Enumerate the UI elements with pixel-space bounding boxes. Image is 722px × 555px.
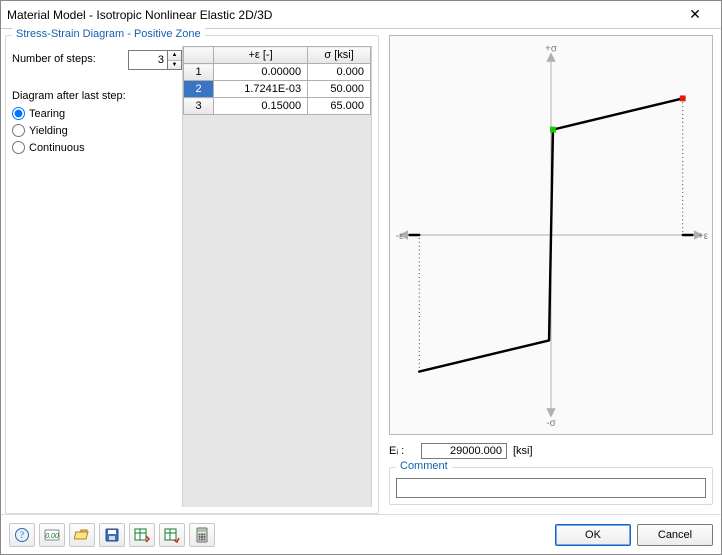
stress-strain-diagram: +σ -σ -ε +ε [389, 35, 713, 435]
cancel-button[interactable]: Cancel [637, 524, 713, 546]
table-row-number: 1 [184, 64, 214, 81]
marker-red-icon [680, 95, 686, 101]
close-icon[interactable]: ✕ [675, 6, 715, 23]
number-of-steps-row: Number of steps: ▲ ▼ [12, 50, 182, 70]
export-table-button[interactable] [159, 523, 185, 547]
radio-tearing[interactable]: Tearing [12, 107, 182, 120]
table-header-blank [184, 47, 214, 64]
modulus-unit: [ksi] [513, 445, 533, 457]
help-button[interactable]: ? [9, 523, 35, 547]
table-cell-eps[interactable]: 0.15000 [214, 98, 308, 115]
help-icon: ? [14, 527, 30, 543]
table-header-sigma: σ [ksi] [308, 47, 371, 64]
table-column: +ε [-] σ [ksi] 1 0.00000 0.000 2 1.7241E… [182, 46, 372, 507]
diagram-after-last-step-group: Tearing Yielding Continuous [12, 107, 182, 154]
table-export-icon [164, 527, 180, 543]
number-of-steps-label: Number of steps: [12, 53, 128, 66]
svg-text:0.00: 0.00 [45, 533, 59, 540]
save-file-button[interactable] [99, 523, 125, 547]
table-header-row: +ε [-] σ [ksi] [184, 47, 371, 64]
modulus-row: Eᵢ : [ksi] [389, 443, 713, 459]
table-row[interactable]: 1 0.00000 0.000 [184, 64, 371, 81]
axis-label-left: -ε [396, 231, 404, 242]
table-row-number: 3 [184, 98, 214, 115]
window-title: Material Model - Isotropic Nonlinear Ela… [7, 8, 675, 22]
stepper-up-icon[interactable]: ▲ [168, 51, 181, 61]
radio-continuous[interactable]: Continuous [12, 141, 182, 154]
number-of-steps-input[interactable] [128, 50, 168, 70]
axis-label-right: +ε [698, 231, 709, 242]
calculator-button[interactable] [189, 523, 215, 547]
comment-group: Comment [389, 467, 713, 505]
open-button[interactable] [69, 523, 95, 547]
calculator-icon [194, 527, 210, 543]
table-row[interactable]: 3 0.15000 65.000 [184, 98, 371, 115]
modulus-label: Eᵢ : [389, 445, 415, 457]
stepper-spin[interactable]: ▲ ▼ [168, 50, 182, 70]
left-panel: Stress-Strain Diagram - Positive Zone Nu… [1, 29, 381, 514]
table-cell-sigma[interactable]: 65.000 [308, 98, 371, 115]
units-button[interactable]: 0.00 [39, 523, 65, 547]
number-of-steps-stepper[interactable]: ▲ ▼ [128, 50, 182, 70]
radio-yielding-input[interactable] [12, 124, 25, 137]
table-import-icon [134, 527, 150, 543]
right-panel: +σ -σ -ε +ε [381, 29, 721, 514]
diagram-svg: +σ -σ -ε +ε [390, 36, 712, 434]
controls-column: Number of steps: ▲ ▼ Diagram after last … [12, 46, 182, 507]
radio-continuous-input[interactable] [12, 141, 25, 154]
footer: ? 0.00 OK Cancel [1, 514, 721, 554]
modulus-input[interactable] [421, 443, 507, 459]
table-cell-sigma[interactable]: 0.000 [308, 64, 371, 81]
radio-yielding-label: Yielding [29, 125, 68, 137]
comment-input[interactable] [396, 478, 706, 498]
table-row[interactable]: 2 1.7241E-03 50.000 [184, 81, 371, 98]
stepper-down-icon[interactable]: ▼ [168, 61, 181, 70]
table-cell-eps[interactable]: 1.7241E-03 [214, 81, 308, 98]
marker-green-icon [550, 127, 556, 133]
title-bar: Material Model - Isotropic Nonlinear Ela… [1, 1, 721, 29]
svg-text:?: ? [20, 530, 24, 540]
diagram-after-last-step-label: Diagram after last step: [12, 90, 182, 103]
ok-button[interactable]: OK [555, 524, 631, 546]
radio-yielding[interactable]: Yielding [12, 124, 182, 137]
stress-strain-table[interactable]: +ε [-] σ [ksi] 1 0.00000 0.000 2 1.7241E… [183, 46, 371, 115]
radio-tearing-input[interactable] [12, 107, 25, 120]
floppy-disk-icon [104, 527, 120, 543]
import-table-button[interactable] [129, 523, 155, 547]
decimals-icon: 0.00 [44, 527, 60, 543]
axis-label-bottom: -σ [546, 418, 555, 429]
table-header-eps: +ε [-] [214, 47, 308, 64]
axis-label-top: +σ [545, 44, 557, 55]
content-area: Stress-Strain Diagram - Positive Zone Nu… [1, 29, 721, 514]
radio-tearing-label: Tearing [29, 108, 65, 120]
stress-strain-group: Stress-Strain Diagram - Positive Zone Nu… [5, 35, 379, 514]
radio-continuous-label: Continuous [29, 142, 85, 154]
table-cell-eps[interactable]: 0.00000 [214, 64, 308, 81]
folder-open-icon [74, 527, 90, 543]
group-title: Stress-Strain Diagram - Positive Zone [12, 28, 205, 40]
table-row-number: 2 [184, 81, 214, 98]
comment-group-title: Comment [396, 460, 452, 472]
table-cell-sigma[interactable]: 50.000 [308, 81, 371, 98]
table-empty-area [183, 115, 371, 507]
